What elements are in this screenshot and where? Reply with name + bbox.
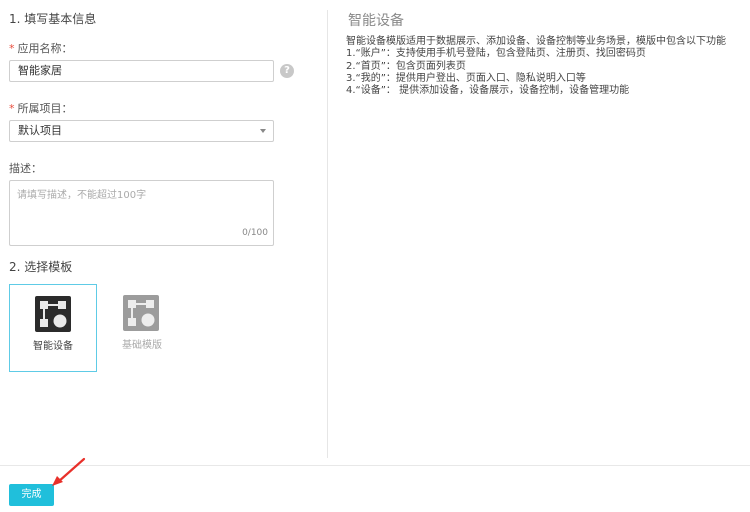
description-placeholder: 请填写描述，不能超过100字: [17, 190, 147, 201]
app-name-label-text: 应用名称：: [17, 42, 73, 55]
basic-template-icon: [123, 295, 159, 331]
template-card-basic[interactable]: 基础模版: [98, 284, 186, 372]
description-textarea[interactable]: 请填写描述，不能超过100字 0/100: [9, 180, 274, 246]
info-description: 智能设备模版适用于数据展示、添加设备、设备控制等业务场景，模版中包含以下功能 1…: [346, 36, 726, 97]
info-line: 1.“账户”：支持使用手机号登陆，包含登陆页、注册页、找回密码页: [346, 48, 646, 60]
template-card-smart-device[interactable]: 智能设备: [9, 284, 97, 372]
info-line: 2.“首页”：包含页面列表页: [346, 60, 466, 72]
section-title-basic-info: 1. 填写基本信息: [9, 12, 97, 26]
info-line: 4.“设备”： 提供添加设备，设备展示，设备控制，设备管理功能: [346, 85, 630, 97]
required-marker: *: [9, 102, 15, 115]
info-line: 智能设备模版适用于数据展示、添加设备、设备控制等业务场景，模版中包含以下功能: [346, 36, 726, 47]
vertical-divider: [327, 10, 328, 458]
caret-down-icon: [260, 129, 266, 133]
footer-bar: [0, 466, 750, 512]
app-name-input[interactable]: 智能家居: [9, 60, 274, 82]
project-label: * 所属项目：: [9, 100, 73, 116]
annotation-arrow-icon: [52, 457, 86, 486]
project-select-value: 默认项目: [18, 124, 62, 137]
info-title: 智能设备: [348, 13, 404, 29]
char-counter: 0/100: [242, 228, 268, 238]
project-label-text: 所属项目：: [17, 102, 73, 115]
app-name-label: * 应用名称：: [9, 40, 73, 56]
template-label: 智能设备: [33, 341, 73, 352]
smart-device-icon: [35, 296, 71, 332]
section-title-template: 2. 选择模板: [9, 260, 73, 274]
template-label: 基础模版: [122, 340, 162, 351]
description-label: 描述：: [9, 162, 42, 175]
info-line: 3.“我的”：提供用户登出、页面入口、隐私说明入口等: [346, 72, 586, 84]
project-select[interactable]: 默认项目: [9, 120, 274, 142]
required-marker: *: [9, 42, 15, 55]
help-icon[interactable]: ?: [280, 64, 294, 78]
